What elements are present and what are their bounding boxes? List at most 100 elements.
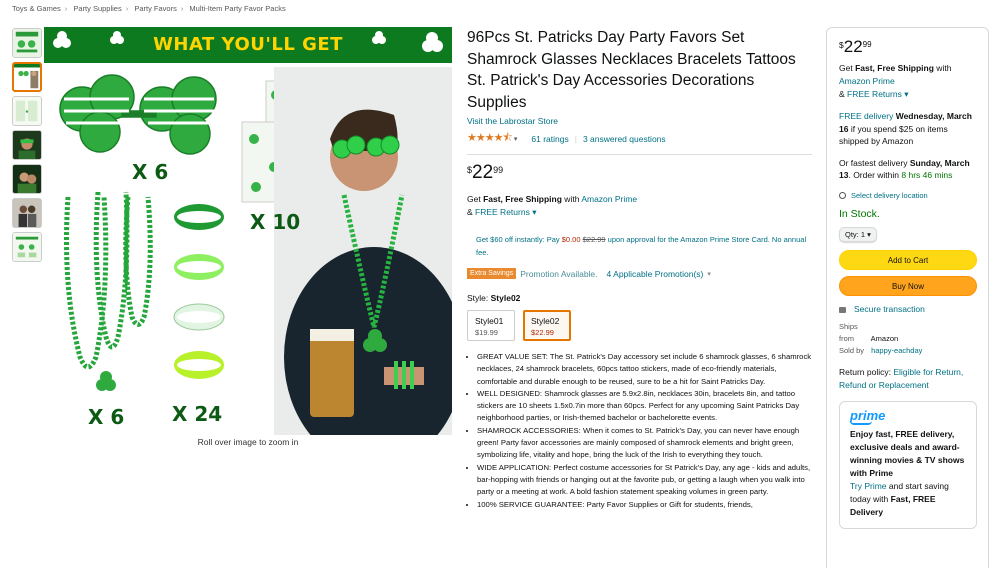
style-option-name: Style02 [531,316,560,326]
thumbnail-image: ★ [13,97,41,125]
style-option-style02[interactable]: Style02 $22.99 [523,310,571,341]
divider [467,154,812,155]
breadcrumb-separator-icon: › [125,4,129,13]
answered-questions-link[interactable]: 3 answered questions [583,134,666,144]
returns-prefix: & [467,207,476,217]
product-price: $ 22 99 [467,163,812,183]
secure-transaction[interactable]: Secure transaction [839,304,976,314]
product-thumbnail-active[interactable] [12,62,42,92]
product-thumbnail[interactable] [12,130,42,160]
main-product-image[interactable]: WHAT YOU'LL GET X 6 X 10 X 6 X 24 [44,27,452,435]
promo-strike-price: $22.99 [582,235,606,244]
applicable-promotions-link[interactable]: 4 Applicable Promotion(s) [607,269,704,279]
breadcrumb-party-favors[interactable]: Party Favors [134,4,177,13]
ships-from-value: Amazon [870,333,899,343]
style-label: Style: [467,293,491,303]
price-fraction: 99 [862,40,872,49]
buybox-shipping: Get Fast, Free Shipping with Amazon Prim… [839,62,976,101]
thumbnail-image [13,233,41,261]
product-illustration [53,31,452,435]
shipping-bold: Fast, Free Shipping [855,63,934,73]
feature-bullet: WELL DESIGNED: Shamrock glasses are 5.9x… [477,388,812,425]
try-prime-link[interactable]: Try Prime [850,481,887,491]
feature-bullets: GREAT VALUE SET: The St. Patrick's Day a… [467,351,812,511]
promotion-available-label: Promotion Available. [520,268,598,279]
quantity-value: Qty: 1 [845,229,866,239]
delivery-info: FREE delivery Wednesday, March 16 if you… [839,110,976,148]
chevron-down-icon[interactable]: ▾ [904,89,908,99]
prime-card-promo[interactable]: Get $60 off instantly: Pay $0.00 $22.99 … [467,233,812,259]
price-whole: 22 [472,162,494,183]
product-thumbnail[interactable] [12,198,42,228]
tattoos-quantity-label: X 10 [250,210,301,234]
location-pin-icon [839,191,846,199]
free-returns-link[interactable]: FREE Returns [475,207,530,217]
shipping-info: Get Fast, Free Shipping with Amazon Prim… [467,193,812,219]
shipping-mid: with [561,194,582,204]
sold-by-link[interactable]: happy-eachday [871,346,922,355]
delivery-rest: if you spend $25 on items shipped by Ama… [839,123,948,147]
product-thumbnail[interactable] [12,28,42,58]
buy-box: $ 22 99 Get Fast, Free Shipping with Ama… [826,27,989,568]
breadcrumb: Toys & Games › Party Supplies › Party Favo… [12,4,286,13]
selected-style: Style02 [490,293,521,303]
free-delivery-link[interactable]: FREE delivery [839,111,893,121]
select-delivery-location[interactable]: Select delivery location [839,191,976,200]
breadcrumb-separator-icon: › [64,4,68,13]
return-policy-label: Return policy: [839,366,894,377]
style-option-price: $19.99 [475,328,498,337]
style-option-style01[interactable]: Style01 $19.99 [467,310,515,341]
price-whole: 22 [843,37,863,56]
zoom-hint: Roll over image to zoom in [197,437,299,447]
breadcrumb-party-supplies[interactable]: Party Supplies [73,4,121,13]
thumbnail-image [14,64,40,90]
promo-pay-price: $0.00 [561,235,581,244]
chevron-down-icon[interactable]: ▾ [707,270,711,278]
store-link[interactable]: Visit the Labrostar Store [467,116,812,126]
shipping-prefix: Get [467,194,484,204]
add-to-cart-button[interactable]: Add to Cart [839,249,977,270]
product-thumbnail[interactable]: ★ [12,96,42,126]
extra-savings-badge: Extra Savings [467,268,517,279]
breadcrumb-toys-games[interactable]: Toys & Games [12,4,61,13]
location-link-label: Select delivery location [851,190,928,200]
extra-savings-row: Extra Savings Promotion Available. 4 App… [467,268,812,279]
buybox-price: $ 22 99 [839,38,976,56]
bracelets-quantity-label: X 24 [172,402,223,426]
fastest-mid: . Order within [848,170,902,180]
glasses-quantity-label: X 6 [132,160,169,184]
thumbnail-strip: ★ [12,28,42,266]
sold-by-label: Sold by [839,345,865,355]
product-thumbnail[interactable] [12,164,42,194]
breadcrumb-multi-item-packs[interactable]: Multi-Item Party Favor Packs [189,4,285,13]
fastest-prefix: Or fastest delivery [839,157,910,168]
free-returns-link[interactable]: FREE Returns [847,89,902,99]
star-rating-icon[interactable]: ★★★★⯪ [467,129,513,148]
style-selector: Style: Style02 Style01 $19.99 Style02 $2… [467,293,812,341]
secure-transaction-label: Secure transaction [854,303,925,314]
image-banner-text: WHAT YOU'LL GET [153,34,343,55]
rating-row: ★★★★⯪ ▾ 61 ratings | 3 answered question… [467,129,812,148]
prime-pitch-bold: Enjoy fast, FREE delivery, exclusive dea… [850,428,965,478]
return-policy: Return policy: Eligible for Return, Refu… [839,366,976,392]
chevron-down-icon[interactable]: ▾ [532,207,536,217]
svg-text:★: ★ [25,109,29,114]
ratings-count-link[interactable]: 61 ratings [531,134,568,144]
order-countdown: 8 hrs 46 mins [901,170,953,180]
shipping-prefix: Get [839,63,856,73]
breadcrumb-separator-icon: › [180,4,184,13]
chevron-down-icon[interactable]: ▾ [514,135,518,143]
buy-now-button[interactable]: Buy Now [839,275,977,296]
quantity-select[interactable]: Qty: 1 ▾ [839,226,877,242]
seller-info: Ships from Amazon Sold by happy-eachday [839,321,976,357]
feature-bullet: WIDE APPLICATION: Perfect costume access… [477,462,812,499]
feature-bullet: 100% SERVICE GUARANTEE: Party Favor Supp… [477,499,812,511]
prime-pitch: Enjoy fast, FREE delivery, exclusive dea… [850,428,966,519]
product-details: 96Pcs St. Patricks Day Party Favors Set … [467,27,812,511]
chevron-down-icon: ▾ [867,229,871,239]
amazon-prime-link[interactable]: Amazon Prime [581,194,637,204]
amazon-prime-link[interactable]: Amazon Prime [839,76,895,86]
product-thumbnail[interactable] [12,232,42,262]
thumbnail-image [13,165,41,193]
prime-signup-box: prime Enjoy fast, FREE delivery, exclusi… [839,400,977,529]
